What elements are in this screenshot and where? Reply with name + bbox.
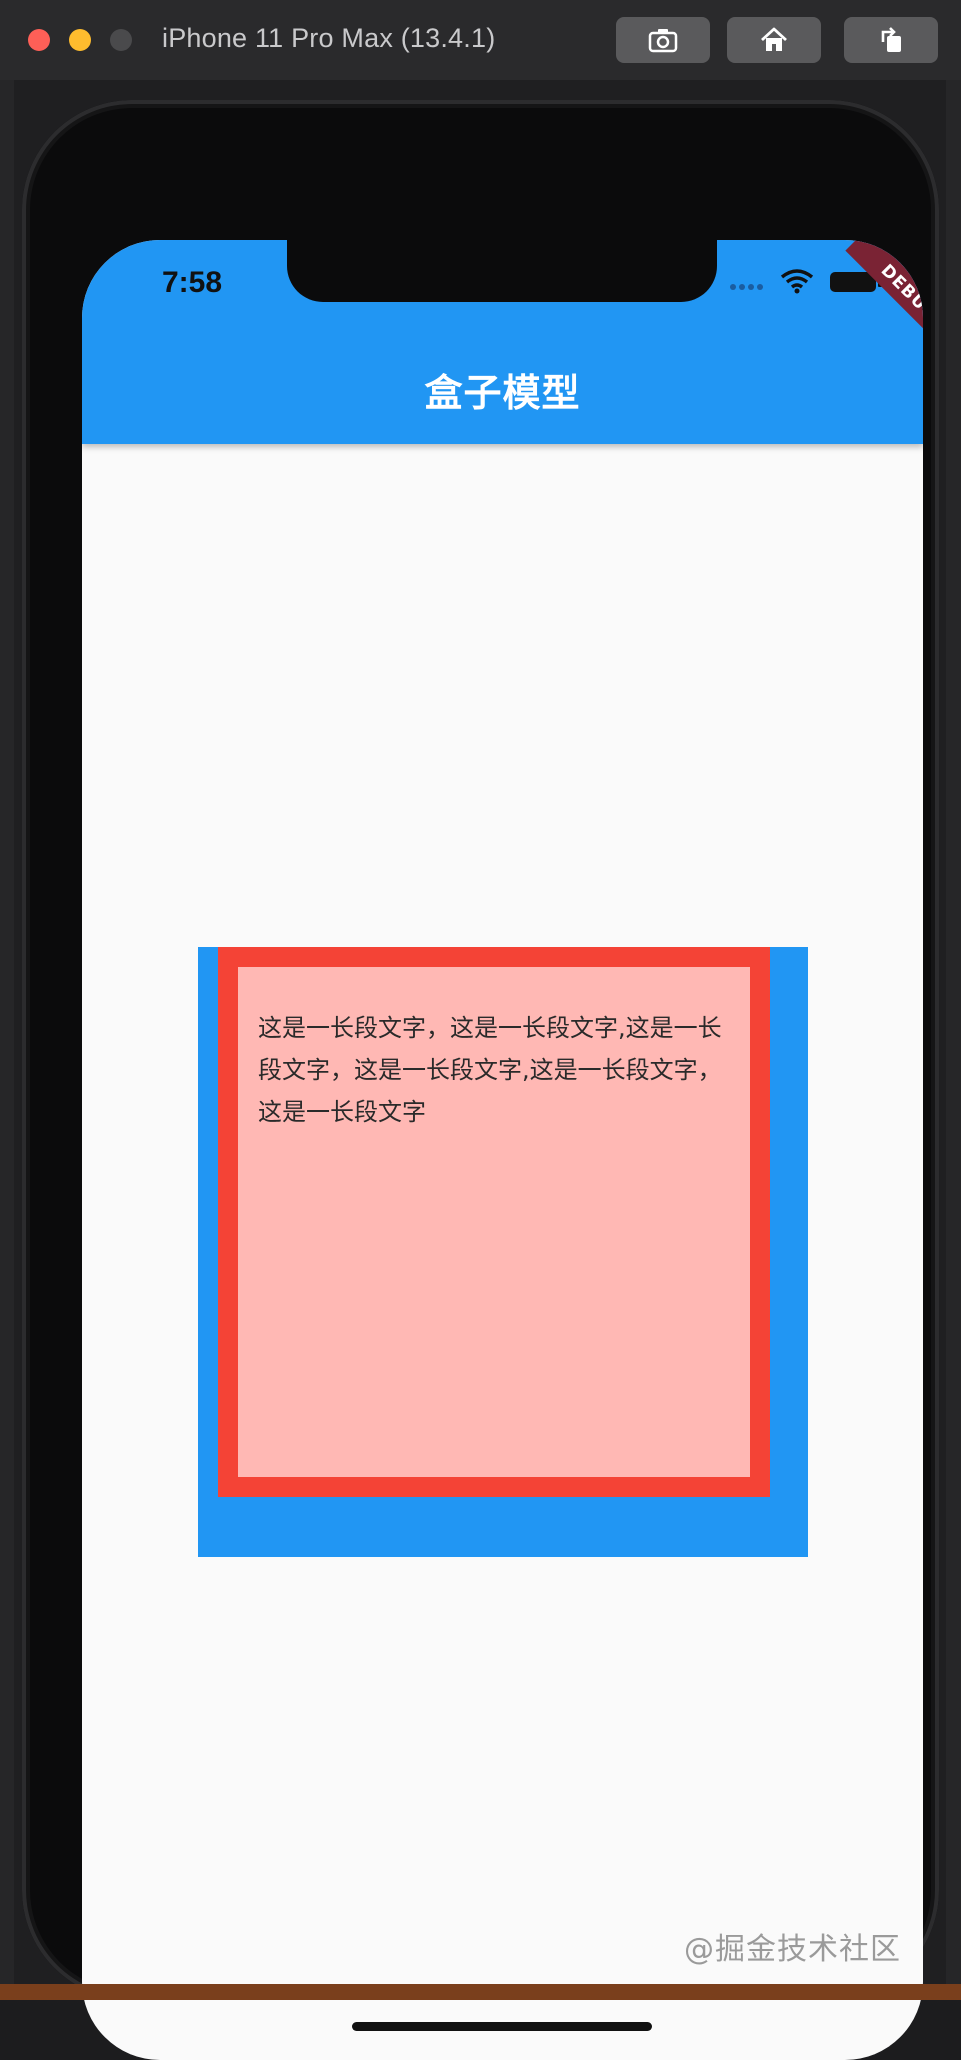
debug-banner: DEBUG xyxy=(845,240,923,357)
phone-screen: 7:58 盒子模型 DEBUG 这是一长段文字，这是一长段文字,这是一长段文字，… xyxy=(82,240,923,2060)
bottom-status-strip xyxy=(0,1984,961,2000)
phone-frame: 7:58 盒子模型 DEBUG 这是一长段文字，这是一长段文字,这是一长段文字，… xyxy=(22,100,939,2060)
home-indicator[interactable] xyxy=(352,2022,652,2031)
rotate-icon xyxy=(881,27,901,52)
cellular-signal-icon xyxy=(730,284,763,290)
rotate-button[interactable] xyxy=(844,17,938,63)
outer-container: 这是一长段文字，这是一长段文字,这是一长段文字，这是一长段文字,这是一长段文字，… xyxy=(198,947,808,1557)
camera-icon xyxy=(648,29,678,53)
watermark: @掘金技术社区 xyxy=(684,1932,901,1967)
screenshot-button[interactable] xyxy=(616,17,710,63)
bordered-container: 这是一长段文字，这是一长段文字,这是一长段文字，这是一长段文字,这是一长段文字，… xyxy=(218,947,770,1497)
status-time: 7:58 xyxy=(162,266,223,299)
simulator-titlebar: iPhone 11 Pro Max (13.4.1) xyxy=(0,0,961,81)
home-button[interactable] xyxy=(727,17,821,63)
paragraph-text: 这是一长段文字，这是一长段文字,这是一长段文字，这是一长段文字,这是一长段文字，… xyxy=(258,1014,722,1126)
wifi-icon xyxy=(780,269,814,294)
window-title: iPhone 11 Pro Max (13.4.1) xyxy=(162,23,496,53)
close-window-button[interactable] xyxy=(28,29,50,51)
page-title: 盒子模型 xyxy=(424,371,581,415)
inner-container: 这是一长段文字，这是一长段文字,这是一长段文字，这是一长段文字,这是一长段文字，… xyxy=(238,967,750,1477)
app-bar: 7:58 盒子模型 DEBUG xyxy=(82,240,923,444)
home-icon xyxy=(761,27,787,51)
zoom-window-button[interactable] xyxy=(110,29,132,51)
minimize-window-button[interactable] xyxy=(69,29,91,51)
phone-notch xyxy=(287,240,717,302)
